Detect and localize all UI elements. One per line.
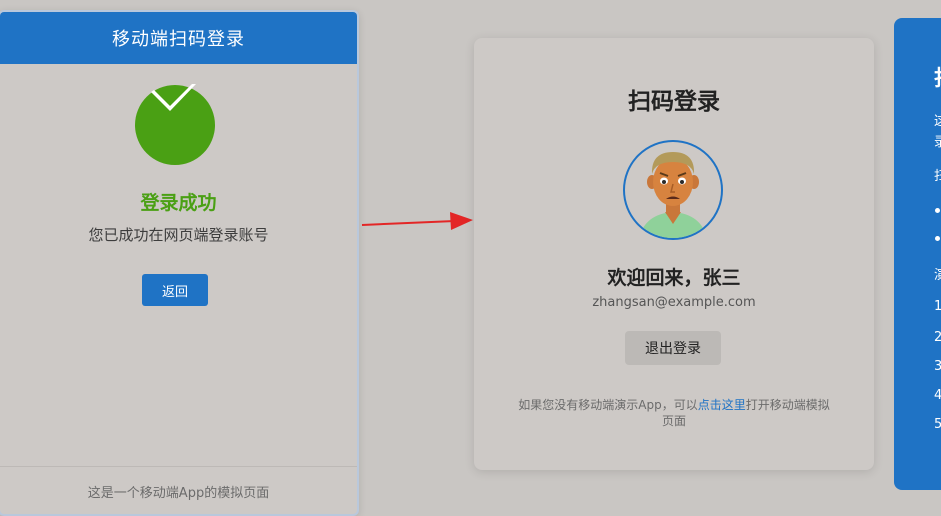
success-check-icon xyxy=(134,80,216,166)
mobile-footer: 这是一个移动端App的模拟页面 xyxy=(0,466,357,514)
user-avatar-icon xyxy=(639,152,707,238)
step-number: 5 xyxy=(934,417,941,432)
instructions-line: 扫 xyxy=(934,169,941,184)
bullet-icon xyxy=(935,236,940,241)
user-email: zhangsan@example.com xyxy=(592,295,756,310)
user-avatar xyxy=(623,140,723,240)
mobile-header: 移动端扫码登录 xyxy=(0,12,357,64)
mobile-header-title: 移动端扫码登录 xyxy=(112,29,245,50)
instructions-title: 扫 xyxy=(934,62,941,92)
step-number: 2 xyxy=(934,330,941,345)
back-button[interactable]: 返回 xyxy=(142,274,208,306)
mobile-simulator-panel: 移动端扫码登录 登录成功 您已成功在网页端登录账号 返回 这是一个移动端App的… xyxy=(0,10,359,516)
mobile-footer-text: 这是一个移动端App的模拟页面 xyxy=(87,485,270,501)
hint-text: 如果您没有移动端演示App，可以点击这里打开移动端模拟页面 xyxy=(514,397,834,429)
success-title: 登录成功 xyxy=(140,192,217,214)
bullet-icon xyxy=(935,208,940,213)
page-title: 扫码登录 xyxy=(628,89,720,115)
instructions-panel: 扫 这 录 扫 演 1 2 3 4 5 xyxy=(894,18,941,490)
instructions-line: 这 xyxy=(934,114,941,129)
logout-button[interactable]: 退出登录 xyxy=(625,331,721,365)
instructions-line: 演 xyxy=(934,268,941,283)
hint-text-before: 如果您没有移动端演示App，可以 xyxy=(518,398,698,412)
instructions-line: 录 xyxy=(934,135,941,150)
welcome-message: 欢迎回来，张三 xyxy=(607,267,741,289)
success-message: 您已成功在网页端登录账号 xyxy=(88,226,269,244)
open-mobile-link[interactable]: 点击这里 xyxy=(698,398,746,412)
arrow-right-icon xyxy=(361,212,473,230)
step-number: 1 xyxy=(934,299,941,314)
step-number: 4 xyxy=(934,388,941,403)
step-number: 3 xyxy=(934,359,941,374)
login-card: 扫码登录 欢迎回来，张三 zhangsan@example.com 退出登录 如… xyxy=(474,38,874,470)
